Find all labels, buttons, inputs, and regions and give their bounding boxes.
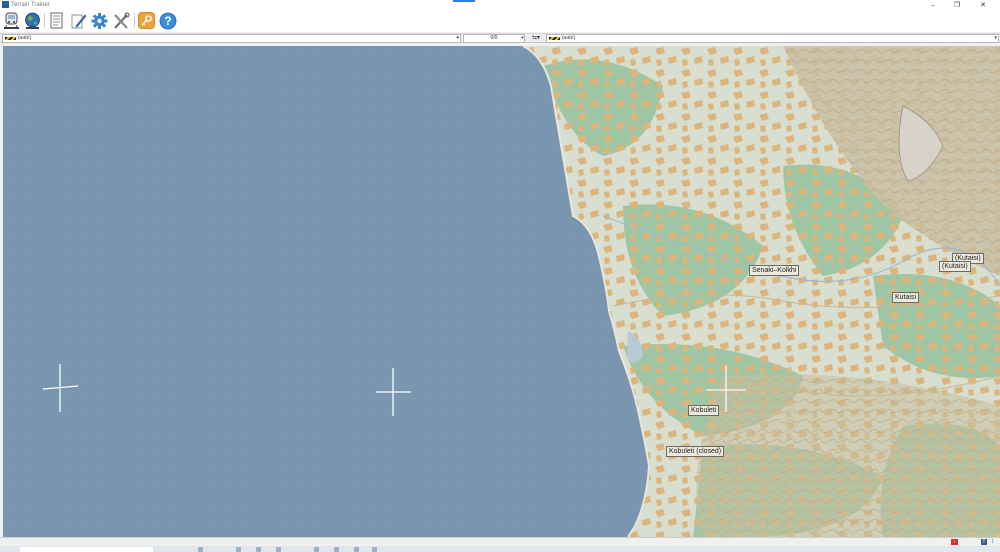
title-bar: Terrain Trainer – ❐ ✕ xyxy=(0,0,1000,10)
taskbar-app-icon[interactable] xyxy=(354,547,359,552)
foothills-hachure xyxy=(696,374,1000,537)
taskbar-app-icon[interactable] xyxy=(256,547,261,552)
help-icon: ? xyxy=(159,12,176,29)
map-view[interactable]: Senaki–Kolkhi (Kutaisi) (Kutaisi) Kutais… xyxy=(3,46,1000,537)
taskbar-app-icon[interactable] xyxy=(372,547,377,552)
chevron-down-icon: ▾ xyxy=(456,35,459,41)
restore-button[interactable]: ❐ xyxy=(946,0,968,10)
document-button[interactable] xyxy=(47,11,66,30)
window-title: Terrain Trainer xyxy=(11,2,50,8)
toolbar-separator xyxy=(134,13,135,28)
chevron-down-icon[interactable]: ▾ xyxy=(519,34,526,43)
right-profile-select[interactable]: (auto) ▾ xyxy=(546,34,999,43)
key-button[interactable] xyxy=(137,11,156,30)
taskbar-app-icon[interactable] xyxy=(276,547,281,552)
twitter-icon[interactable]: t xyxy=(989,539,996,545)
key-icon xyxy=(138,11,155,29)
page-counter-field[interactable]: 0/0 xyxy=(463,34,525,43)
hazard-stripe-icon xyxy=(549,37,560,40)
document-icon xyxy=(50,12,63,28)
alert-badge[interactable]: ! xyxy=(951,539,958,545)
app-icon xyxy=(2,1,9,8)
chevron-down-icon: ▾ xyxy=(994,35,997,41)
sea-grid-dots xyxy=(3,46,649,537)
map-label: (Kutaisi) xyxy=(939,261,971,272)
gear-icon xyxy=(91,12,108,29)
map-label: Kobuleti xyxy=(688,405,720,416)
help-button[interactable]: ? xyxy=(158,11,177,30)
minimize-button[interactable]: – xyxy=(922,0,944,10)
toolbar: ? xyxy=(0,10,1000,32)
left-profile-value: (auto) xyxy=(18,35,32,41)
tools-button[interactable] xyxy=(112,11,131,30)
hazard-stripe-icon xyxy=(5,37,16,40)
facebook-icon[interactable]: f xyxy=(981,539,987,545)
swap-button[interactable]: ⇆▾ xyxy=(528,34,544,43)
map-label: Kobuleti (closed) xyxy=(666,446,725,457)
taskbar-app-icon[interactable] xyxy=(198,547,203,552)
left-profile-select[interactable]: (auto) ▾ xyxy=(2,34,461,43)
map-label: Senaki–Kolkhi xyxy=(749,265,800,276)
help-icon-glyph: ? xyxy=(164,14,171,28)
globe-button[interactable] xyxy=(23,11,42,30)
taskbar-app-icon[interactable] xyxy=(314,547,319,552)
train-icon xyxy=(4,12,19,29)
taskbar-app-icon[interactable] xyxy=(236,547,241,552)
globe-icon xyxy=(25,12,40,29)
settings-button[interactable] xyxy=(90,11,109,30)
map-label: Kutaisi xyxy=(892,292,920,303)
selector-bar: (auto) ▾ 0/0 ▾ ⇆▾ (auto) ▾ xyxy=(0,33,1000,43)
status-bar: ! f t xyxy=(0,537,1000,546)
app-window: Terrain Trainer – ❐ ✕ ? (auto) ▾ 0/0 ▾ ⇆… xyxy=(0,0,1000,552)
edit-button[interactable] xyxy=(69,11,88,30)
os-taskbar xyxy=(0,546,1000,552)
terrain-map[interactable] xyxy=(3,46,1000,537)
close-button[interactable]: ✕ xyxy=(972,0,994,10)
toolbar-separator xyxy=(44,13,45,28)
taskbar-search-box[interactable] xyxy=(20,547,153,552)
edit-icon xyxy=(71,14,87,28)
train-button[interactable] xyxy=(2,11,21,30)
title-focus-indicator xyxy=(453,0,475,2)
right-profile-value: (auto) xyxy=(562,35,576,41)
taskbar-app-icon[interactable] xyxy=(334,547,339,552)
tools-icon xyxy=(114,12,130,29)
